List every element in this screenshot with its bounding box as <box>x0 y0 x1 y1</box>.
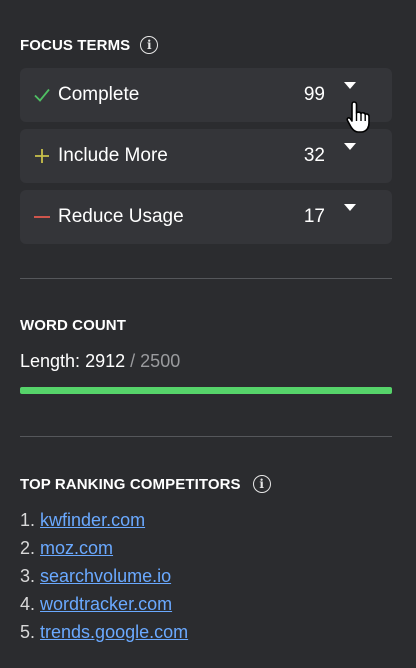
competitors-header: TOP RANKING COMPETITORS i <box>20 475 271 493</box>
competitor-item: 5. trends.google.com <box>20 620 188 648</box>
focus-term-count: 17 <box>303 206 325 227</box>
word-count-progress-fill <box>20 387 392 394</box>
section-divider <box>20 436 392 437</box>
competitor-rank: 3. <box>20 566 36 586</box>
competitor-link[interactable]: moz.com <box>40 538 113 558</box>
competitor-link[interactable]: kwfinder.com <box>40 510 145 530</box>
competitor-rank: 5. <box>20 622 36 642</box>
focus-term-row-reduce-usage[interactable]: Reduce Usage 17 <box>20 190 392 244</box>
word-count-length: Length: 2912 / 2500 <box>20 351 180 372</box>
competitor-rank: 1. <box>20 510 36 530</box>
competitor-rank: 4. <box>20 594 36 614</box>
focus-term-count: 32 <box>303 145 325 166</box>
plus-icon <box>32 146 52 166</box>
focus-term-row-complete[interactable]: Complete 99 <box>20 68 392 122</box>
competitor-link[interactable]: wordtracker.com <box>40 594 172 614</box>
word-count-progress-bar <box>20 387 392 394</box>
competitor-item: 3. searchvolume.io <box>20 564 188 592</box>
competitor-item: 2. moz.com <box>20 536 188 564</box>
focus-term-label: Reduce Usage <box>58 206 184 227</box>
competitor-item: 4. wordtracker.com <box>20 592 188 620</box>
check-icon <box>32 85 52 105</box>
focus-term-label: Complete <box>58 84 140 105</box>
section-divider <box>20 278 392 279</box>
focus-terms-title: FOCUS TERMS <box>20 36 131 54</box>
length-label: Length: <box>20 351 81 371</box>
word-count-header: WORD COUNT <box>20 317 126 334</box>
competitors-list: 1. kwfinder.com 2. moz.com 3. searchvolu… <box>20 508 188 648</box>
minus-icon <box>32 207 52 227</box>
competitors-title: TOP RANKING COMPETITORS <box>20 475 241 493</box>
chevron-down-icon[interactable] <box>344 82 356 89</box>
focus-term-row-include-more[interactable]: Include More 32 <box>20 129 392 183</box>
hand-cursor-icon <box>346 101 370 133</box>
competitor-item: 1. kwfinder.com <box>20 508 188 536</box>
info-icon[interactable]: i <box>140 36 159 54</box>
length-separator: / <box>130 351 136 371</box>
focus-term-label: Include More <box>58 145 168 166</box>
competitor-rank: 2. <box>20 538 36 558</box>
length-current: 2912 <box>85 351 126 371</box>
info-icon[interactable]: i <box>252 475 271 493</box>
length-target: 2500 <box>140 351 181 371</box>
chevron-down-icon[interactable] <box>344 143 356 150</box>
word-count-title: WORD COUNT <box>20 317 126 334</box>
competitor-link[interactable]: searchvolume.io <box>40 566 171 586</box>
focus-terms-header: FOCUS TERMS i <box>20 36 159 54</box>
focus-term-count: 99 <box>303 84 325 105</box>
chevron-down-icon[interactable] <box>344 204 356 211</box>
competitor-link[interactable]: trends.google.com <box>40 622 188 642</box>
